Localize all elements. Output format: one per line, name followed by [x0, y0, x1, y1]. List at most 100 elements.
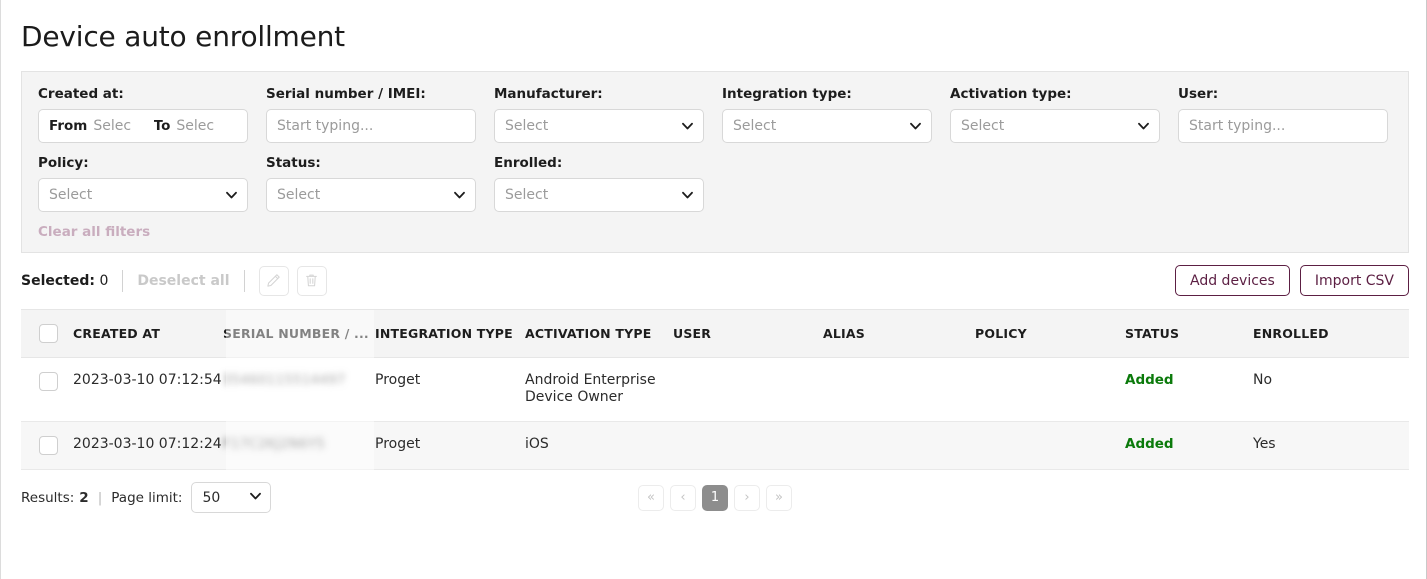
from-keyword: From: [49, 117, 88, 134]
pagination-next-button[interactable]: ›: [734, 484, 760, 511]
cell-policy: [975, 357, 1125, 422]
manufacturer-value: Select: [505, 117, 549, 134]
column-header-enrolled[interactable]: ENROLLED: [1253, 309, 1409, 358]
user-placeholder: Start typing...: [1189, 117, 1286, 134]
filter-row-2: Policy: Select Status: Select Enrolled: …: [38, 155, 1392, 212]
filter-label-activation-type: Activation type:: [950, 85, 1072, 102]
cell-integration-type: Proget: [375, 421, 525, 470]
filter-row-1: Created at: From Selec To Selec Serial n…: [38, 86, 1392, 143]
column-header-serial-number[interactable]: SERIAL NUMBER / ...: [223, 309, 375, 358]
enrolled-value: Select: [505, 186, 549, 203]
filter-serial: Serial number / IMEI: Start typing...: [266, 86, 494, 143]
status-badge: Added: [1125, 371, 1174, 388]
filter-label-user: User:: [1178, 85, 1219, 102]
cell-created-at: 2023-03-10 07:12:24: [73, 421, 223, 470]
row-checkbox[interactable]: [39, 371, 58, 391]
to-placeholder: Selec: [176, 117, 215, 134]
activation-type-value: Select: [961, 117, 1005, 134]
clear-all-filters-link[interactable]: Clear all filters: [38, 224, 150, 240]
cell-status: Added: [1125, 421, 1253, 470]
chevron-down-icon: [225, 188, 238, 201]
cell-status: Added: [1125, 357, 1253, 422]
enrolled-select[interactable]: Select: [494, 177, 704, 212]
cell-integration-type: Proget: [375, 357, 525, 422]
column-header-status[interactable]: STATUS: [1125, 309, 1253, 358]
filter-label-integration-type: Integration type:: [722, 85, 852, 102]
cell-user: [673, 357, 823, 422]
pagination-page-1[interactable]: 1: [702, 484, 728, 511]
filter-user: User: Start typing...: [1178, 86, 1406, 143]
filter-manufacturer: Manufacturer: Select: [494, 86, 722, 143]
created-at-range-input[interactable]: From Selec To Selec: [38, 108, 248, 143]
cell-activation-type: Android Enterprise Device Owner: [525, 357, 673, 422]
column-header-user[interactable]: USER: [673, 309, 823, 358]
select-all-header: [21, 309, 73, 358]
filter-label-created-at: Created at:: [38, 85, 124, 102]
pagination-last-button[interactable]: »: [766, 484, 792, 511]
delete-button[interactable]: [296, 265, 327, 296]
created-at-to[interactable]: To Selec: [154, 118, 237, 134]
serial-input[interactable]: Start typing...: [266, 108, 476, 143]
row-checkbox[interactable]: [39, 435, 58, 455]
row-select-cell: [21, 421, 73, 470]
cell-policy: [975, 421, 1125, 470]
device-auto-enrollment-page: Device auto enrollment Created at: From …: [0, 0, 1427, 579]
activation-type-select[interactable]: Select: [950, 108, 1160, 143]
select-all-checkbox[interactable]: [39, 323, 58, 343]
toolbar-divider-2: [243, 269, 245, 292]
filter-activation-type: Activation type: Select: [950, 86, 1178, 143]
cell-created-at: 2023-03-10 07:12:54: [73, 357, 223, 422]
column-header-integration-type[interactable]: INTEGRATION TYPE: [375, 309, 525, 358]
status-value: Select: [277, 186, 321, 203]
table-row[interactable]: 2023-03-10 07:12:54 35460115514497 Proge…: [21, 357, 1409, 422]
column-header-alias[interactable]: ALIAS: [823, 309, 975, 358]
user-input[interactable]: Start typing...: [1178, 108, 1388, 143]
cell-enrolled: Yes: [1253, 421, 1409, 470]
filter-integration-type: Integration type: Select: [722, 86, 950, 143]
created-at-from[interactable]: From Selec: [49, 118, 154, 134]
from-placeholder: Selec: [93, 117, 132, 134]
filter-label-serial: Serial number / IMEI:: [266, 85, 426, 102]
selected-indicator: Selected: 0: [21, 273, 108, 289]
policy-select[interactable]: Select: [38, 177, 248, 212]
policy-value: Select: [49, 186, 93, 203]
serial-placeholder: Start typing...: [277, 117, 374, 134]
table-toolbar: Selected: 0 Deselect all Add devices Imp…: [21, 253, 1409, 309]
table-footer: Results: 2 | Page limit: 50 « ‹ 1 › »: [21, 470, 1409, 526]
chevron-down-icon: [681, 188, 694, 201]
table-row[interactable]: 2023-03-10 07:12:24 F17C2KJ2N6Y5 Proget …: [21, 421, 1409, 470]
edit-button[interactable]: [258, 265, 289, 296]
filter-created-at: Created at: From Selec To Selec: [38, 86, 266, 143]
column-header-policy[interactable]: POLICY: [975, 309, 1125, 358]
manufacturer-select[interactable]: Select: [494, 108, 704, 143]
chevron-down-icon: [453, 188, 466, 201]
column-header-activation-type[interactable]: ACTIVATION TYPE: [525, 309, 673, 358]
pagination-prev-button[interactable]: ‹: [670, 484, 696, 511]
integration-type-value: Select: [733, 117, 777, 134]
pagination: « ‹ 1 › »: [21, 484, 1409, 511]
selected-count: 0: [99, 272, 109, 289]
filter-label-policy: Policy:: [38, 154, 89, 171]
cell-serial-number: 35460115514497: [223, 357, 375, 422]
status-badge: Added: [1125, 435, 1174, 452]
filter-label-enrolled: Enrolled:: [494, 154, 563, 171]
filter-policy: Policy: Select: [38, 155, 266, 212]
integration-type-select[interactable]: Select: [722, 108, 932, 143]
devices-table-wrapper: CREATED AT SERIAL NUMBER / ... INTEGRATI…: [21, 308, 1409, 470]
pencil-icon: [266, 273, 281, 288]
selected-label: Selected:: [21, 272, 95, 289]
column-header-created-at[interactable]: CREATED AT: [73, 309, 223, 358]
table-body: 2023-03-10 07:12:54 35460115514497 Proge…: [21, 357, 1409, 470]
pagination-first-button[interactable]: «: [638, 484, 664, 511]
table-head: CREATED AT SERIAL NUMBER / ... INTEGRATI…: [21, 309, 1409, 358]
status-select[interactable]: Select: [266, 177, 476, 212]
devices-table: CREATED AT SERIAL NUMBER / ... INTEGRATI…: [21, 309, 1409, 470]
cell-enrolled: No: [1253, 357, 1409, 422]
import-csv-button[interactable]: Import CSV: [1299, 265, 1409, 297]
deselect-all-button[interactable]: Deselect all: [137, 273, 229, 289]
cell-activation-type: iOS: [525, 421, 673, 470]
cell-alias: [823, 357, 975, 422]
add-devices-button[interactable]: Add devices: [1175, 265, 1290, 297]
filter-enrolled: Enrolled: Select: [494, 155, 722, 212]
toolbar-divider-1: [122, 269, 124, 292]
